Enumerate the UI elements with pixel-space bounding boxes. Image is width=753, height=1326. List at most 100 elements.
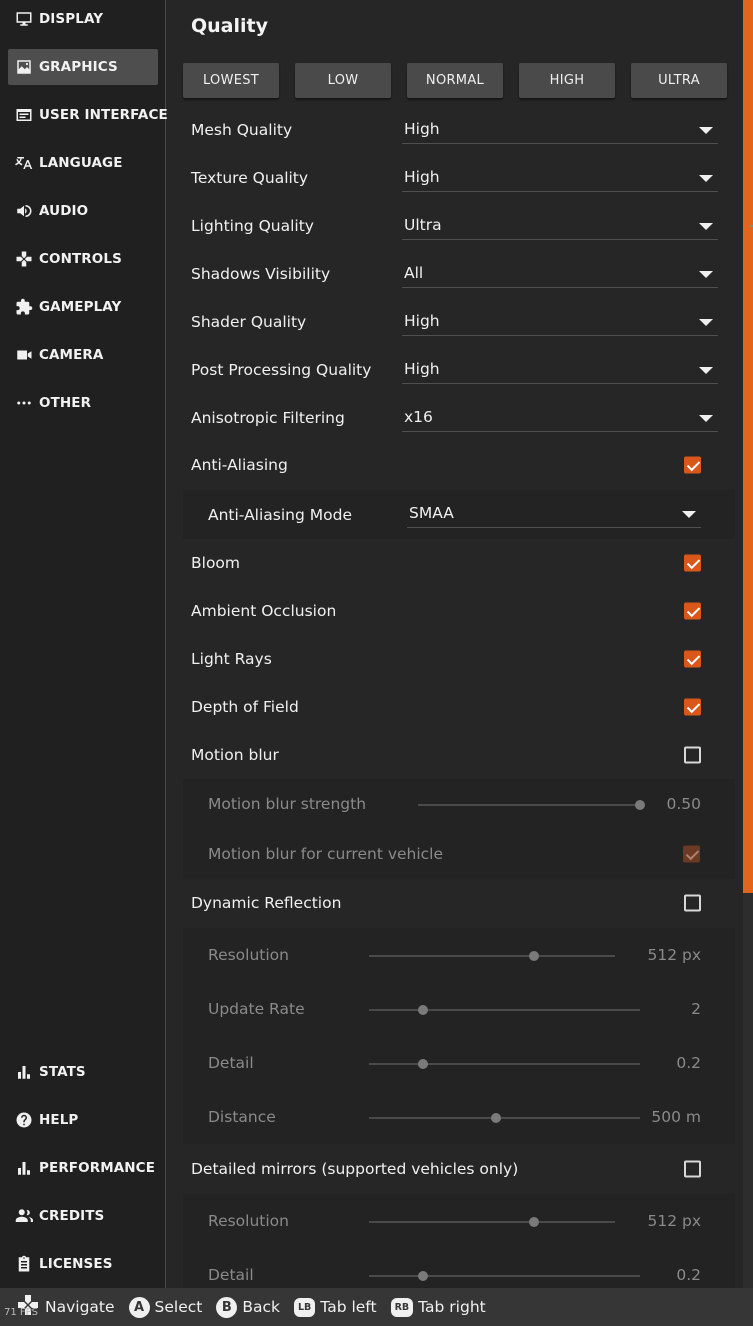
sidebar-item-label: HELP — [39, 1112, 79, 1128]
sidebar-item-gameplay[interactable]: GAMEPLAY — [8, 289, 158, 325]
motion-blur-strength-slider[interactable] — [418, 800, 645, 810]
ambient-occlusion-checkbox[interactable] — [684, 602, 701, 620]
light-rays-row: Light Rays — [183, 635, 735, 683]
sidebar-item-language[interactable]: LANGUAGE — [8, 145, 158, 181]
setting-label: Update Rate — [208, 1000, 305, 1018]
dropdown-value: High — [404, 120, 440, 138]
setting-label: Detail — [208, 1054, 254, 1072]
setting-label: Dynamic Reflection — [191, 894, 342, 912]
dr-distance-row: Distance 500 m — [183, 1090, 735, 1144]
sidebar-item-stats[interactable]: STATS — [8, 1054, 158, 1090]
slider-knob[interactable] — [635, 800, 645, 810]
tab-left-hint[interactable]: LB Tab left — [294, 1297, 377, 1317]
bar-chart-icon — [15, 1159, 33, 1177]
dr-update-rate-slider[interactable] — [369, 1005, 640, 1015]
sidebar-item-performance[interactable]: PERFORMANCE — [8, 1150, 158, 1186]
back-hint[interactable]: B Back — [216, 1296, 280, 1318]
slider-knob[interactable] — [418, 1005, 429, 1015]
preset-ultra-button[interactable]: ULTRA — [631, 63, 727, 98]
slider-value: 512 px — [647, 946, 701, 964]
dm-detail-row: Detail 0.2 — [183, 1248, 735, 1288]
depth-of-field-row: Depth of Field — [183, 683, 735, 731]
chevron-down-icon — [682, 511, 696, 518]
anisotropic-filtering-row: Anisotropic Filtering x16 — [183, 394, 735, 442]
dr-resolution-slider[interactable] — [369, 951, 615, 961]
setting-label: Anti-Aliasing Mode — [208, 505, 352, 524]
preset-lowest-button[interactable]: LOWEST — [183, 63, 279, 98]
slider-knob[interactable] — [528, 1217, 539, 1227]
shadows-visibility-dropdown[interactable]: All — [402, 258, 718, 288]
dr-distance-slider[interactable] — [369, 1113, 640, 1123]
sidebar-item-controls[interactable]: CONTROLS — [8, 241, 158, 277]
mesh-quality-dropdown[interactable]: High — [402, 114, 718, 144]
lb-button-icon: LB — [294, 1297, 316, 1317]
setting-label: Anti-Aliasing — [191, 456, 288, 474]
video-camera-icon — [15, 346, 33, 364]
sidebar-item-credits[interactable]: CREDITS — [8, 1198, 158, 1234]
sidebar-item-label: GAMEPLAY — [39, 299, 122, 315]
dropdown-value: SMAA — [409, 504, 454, 522]
sidebar-item-other[interactable]: OTHER — [8, 385, 158, 421]
light-rays-checkbox[interactable] — [684, 650, 701, 668]
sidebar-item-user-interface[interactable]: USER INTERFACE — [8, 97, 168, 133]
preset-normal-button[interactable]: NORMAL — [407, 63, 503, 98]
slider-knob[interactable] — [528, 951, 539, 961]
b-button-icon: B — [216, 1296, 238, 1318]
monitor-icon — [15, 10, 33, 28]
sidebar-item-licenses[interactable]: LICENSES — [8, 1246, 158, 1282]
sidebar-item-graphics[interactable]: GRAPHICS — [8, 49, 158, 85]
sidebar-item-label: PERFORMANCE — [39, 1160, 156, 1176]
sidebar-item-camera[interactable]: CAMERA — [8, 337, 158, 373]
scrollbar-thumb[interactable] — [743, 0, 753, 893]
slider-knob[interactable] — [418, 1271, 429, 1281]
sidebar-item-help[interactable]: HELP — [8, 1102, 158, 1138]
dr-detail-slider[interactable] — [369, 1059, 640, 1069]
setting-label: Texture Quality — [191, 169, 309, 187]
dropdown-value: x16 — [404, 408, 433, 426]
setting-label: Detail — [208, 1266, 254, 1284]
motion-blur-vehicle-checkbox[interactable] — [683, 845, 700, 863]
sidebar-item-label: USER INTERFACE — [39, 107, 168, 123]
tab-right-hint[interactable]: RB Tab right — [390, 1297, 486, 1317]
shadows-visibility-row: Shadows Visibility All — [183, 250, 735, 298]
motion-blur-checkbox[interactable] — [684, 746, 701, 764]
shader-quality-dropdown[interactable]: High — [402, 306, 718, 336]
ambient-occlusion-row: Ambient Occlusion — [183, 587, 735, 635]
lighting-quality-dropdown[interactable]: Ultra — [402, 210, 718, 240]
preset-high-button[interactable]: HIGH — [519, 63, 615, 98]
chevron-down-icon — [699, 319, 713, 326]
slider-knob[interactable] — [491, 1113, 502, 1123]
dropdown-value: High — [404, 360, 440, 378]
anti-aliasing-row: Anti-Aliasing — [183, 441, 735, 489]
gamepad-dpad-icon — [15, 250, 33, 268]
dynamic-reflection-checkbox[interactable] — [684, 894, 701, 912]
sidebar-item-label: CAMERA — [39, 347, 104, 363]
slider-value: 0.2 — [676, 1266, 701, 1284]
rb-button-icon: RB — [390, 1297, 414, 1317]
dm-resolution-slider[interactable] — [369, 1217, 615, 1227]
detailed-mirrors-row: Detailed mirrors (supported vehicles onl… — [183, 1145, 735, 1193]
ui-window-icon — [15, 106, 33, 124]
anisotropic-filtering-dropdown[interactable]: x16 — [402, 402, 718, 432]
dm-detail-slider[interactable] — [369, 1271, 640, 1281]
setting-label: Post Processing Quality — [191, 361, 372, 379]
chevron-down-icon — [699, 127, 713, 134]
sidebar-item-audio[interactable]: AUDIO — [8, 193, 158, 229]
anti-aliasing-mode-dropdown[interactable]: SMAA — [407, 498, 701, 528]
setting-label: Shadows Visibility — [191, 265, 331, 283]
preset-low-button[interactable]: LOW — [295, 63, 391, 98]
anti-aliasing-checkbox[interactable] — [684, 456, 701, 474]
depth-of-field-checkbox[interactable] — [684, 698, 701, 716]
setting-label: Bloom — [191, 554, 241, 572]
bloom-checkbox[interactable] — [684, 554, 701, 572]
sidebar-item-label: CREDITS — [39, 1208, 105, 1224]
sidebar-item-display[interactable]: DISPLAY — [8, 1, 158, 37]
slider-knob[interactable] — [418, 1059, 429, 1069]
post-processing-quality-dropdown[interactable]: High — [402, 354, 718, 384]
sidebar-item-label: LANGUAGE — [39, 155, 123, 171]
scrollbar-track[interactable] — [743, 0, 753, 1288]
texture-quality-dropdown[interactable]: High — [402, 162, 718, 192]
detailed-mirrors-checkbox[interactable] — [684, 1160, 701, 1178]
quality-preset-row: LOWEST LOW NORMAL HIGH ULTRA — [183, 63, 727, 98]
select-hint[interactable]: A Select — [128, 1296, 202, 1318]
